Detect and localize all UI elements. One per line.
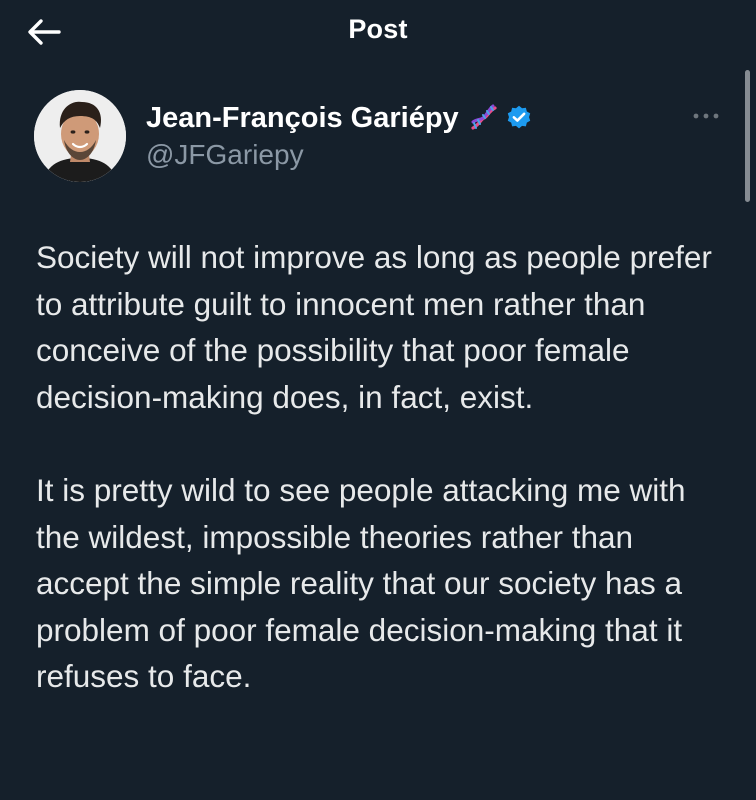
post-paragraph: Society will not improve as long as peop… [36, 239, 712, 415]
name-line: Jean-François Gariépy [146, 98, 533, 138]
display-name[interactable]: Jean-François Gariépy [146, 102, 459, 135]
verified-badge-icon[interactable] [505, 104, 533, 132]
avatar-image [34, 90, 126, 182]
author-handle[interactable]: @JFGariepy [146, 139, 533, 171]
more-options-button[interactable] [688, 104, 724, 128]
post-text: Society will not improve as long as peop… [36, 234, 726, 700]
post-paragraph: It is pretty wild to see people attackin… [36, 472, 686, 694]
scrollbar[interactable] [745, 70, 750, 202]
author-meta: Jean-François Gariépy @JFGariepy [146, 98, 533, 171]
post-author: Jean-François Gariépy @JFGariepy [34, 90, 724, 185]
dna-icon [469, 103, 499, 133]
page-title: Post [348, 14, 408, 44]
top-bar: Post [0, 0, 756, 64]
avatar[interactable] [34, 90, 126, 182]
more-horizontal-icon [693, 113, 719, 119]
